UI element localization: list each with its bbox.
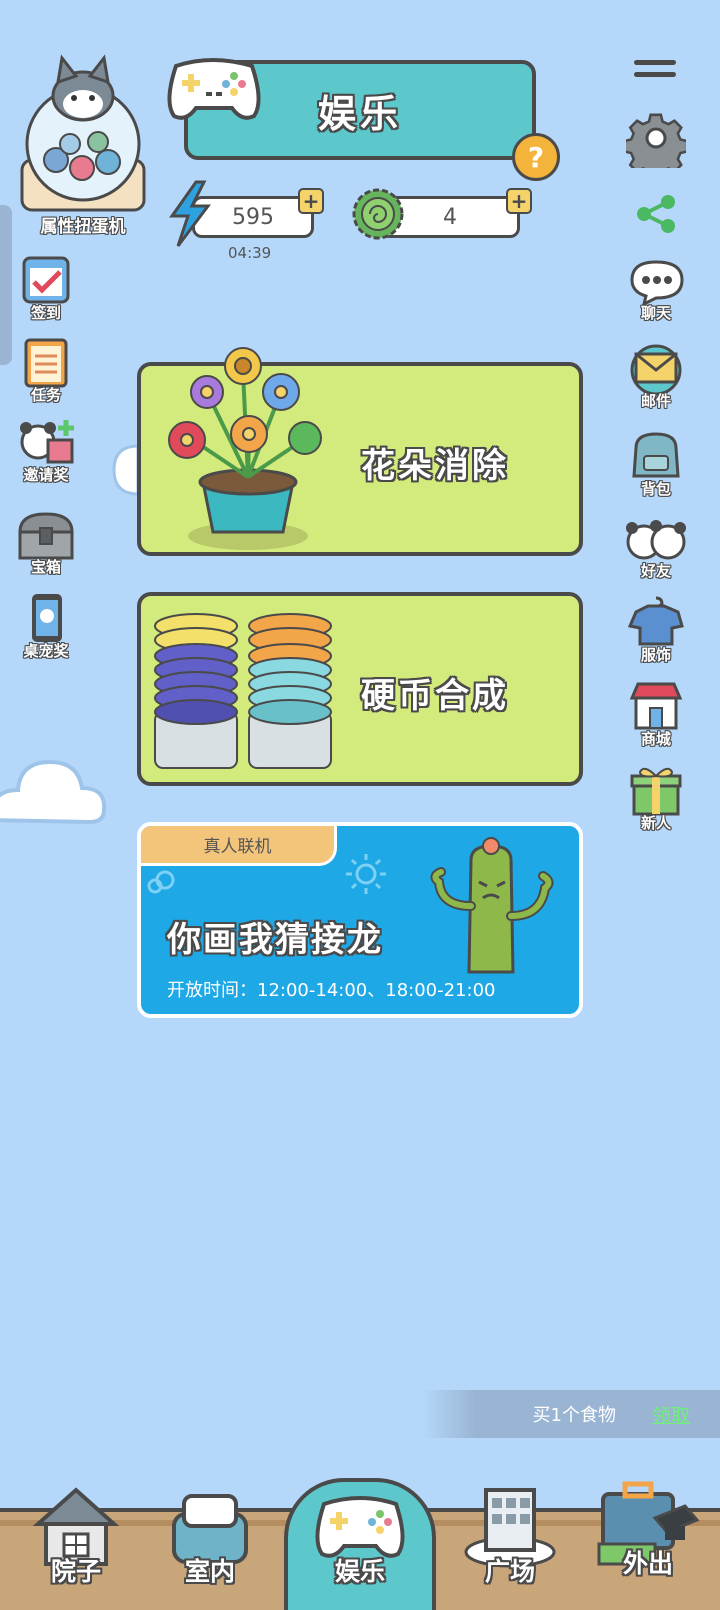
panda-friends-icon [626, 520, 686, 560]
sidebar-item-label: 背包 [640, 480, 671, 498]
sidebar-item-label: 邀请奖 [23, 466, 69, 484]
sidebar-item-clothes[interactable]: 服饰 [616, 594, 696, 665]
cloud-doodle-icon [147, 870, 175, 894]
swirl-gear-icon [352, 188, 404, 240]
sidebar-item-label: 服饰 [640, 646, 671, 664]
capsule-machine-button[interactable]: 属性扭蛋机 [16, 52, 150, 237]
sidebar-item-chat[interactable]: 聊天 [616, 258, 696, 323]
sidebar-item-mail[interactable]: 邮件 [616, 344, 696, 411]
gamepad-icon [167, 58, 261, 120]
sidebar-item-shop[interactable]: 商城 [616, 678, 696, 749]
mail-icon [630, 344, 682, 396]
capsule-machine-icon [20, 54, 146, 212]
sidebar-item-friends[interactable]: 好友 [616, 514, 696, 581]
sun-icon [346, 854, 386, 894]
gear-icon[interactable] [626, 108, 686, 168]
sidebar-item-label: 宝箱 [30, 558, 61, 576]
sidebar-item-desktop-pet[interactable]: 桌宠奖 [6, 590, 86, 661]
nav-tab-label: 室内 [184, 1557, 235, 1586]
energy-value: 595 [232, 204, 274, 230]
coin-game-title: 硬币合成 [361, 676, 509, 716]
panda-gift-icon [20, 420, 74, 464]
nav-tab-label: 广场 [484, 1557, 535, 1586]
sidebar-item-label: 签到 [30, 304, 61, 322]
backpack-icon [632, 432, 680, 478]
sidebar-item-chest[interactable]: 宝箱 [6, 510, 86, 577]
clothes-icon [627, 596, 684, 646]
nav-tab-entertainment[interactable]: 娱乐 [300, 1480, 420, 1588]
nav-tab-label: 娱乐 [334, 1557, 385, 1586]
food-promo-banner: 买1个食物 领取 [422, 1390, 720, 1438]
lightning-icon [169, 180, 211, 247]
sidebar-item-newbie[interactable]: 新人 [616, 762, 696, 833]
share-icon[interactable] [634, 192, 680, 236]
calendar-check-icon [22, 256, 70, 304]
promo-text: 买1个食物 [532, 1405, 616, 1426]
capsule-machine-label: 属性扭蛋机 [40, 217, 126, 237]
sidebar-item-invite[interactable]: 邀请奖 [6, 414, 86, 485]
sidebar-item-backpack[interactable]: 背包 [616, 428, 696, 499]
sidebar-item-label: 任务 [30, 386, 61, 404]
nav-tab-outing[interactable]: 外出 [588, 1474, 708, 1580]
sidebar-item-checkin[interactable]: 签到 [6, 252, 86, 323]
page-title: 娱乐 [317, 91, 402, 136]
nav-tab-label: 院子 [50, 1557, 101, 1586]
chat-bubble-icon [630, 260, 684, 307]
clover-value: 4 [443, 204, 457, 230]
phone-pet-icon [32, 594, 62, 642]
menu-icon [634, 60, 676, 65]
energy-timer: 04:39 [228, 244, 272, 262]
gift-box-icon [630, 767, 682, 816]
energy-plus-button[interactable]: + [298, 188, 324, 214]
sidebar-item-label: 桌宠奖 [23, 642, 69, 660]
nav-tab-square[interactable]: 广场 [450, 1480, 570, 1588]
sidebar-item-label: 好友 [640, 562, 671, 580]
shop-icon [629, 682, 683, 730]
nav-tab-yard[interactable]: 院子 [16, 1480, 136, 1588]
draw-guess-title: 你画我猜接龙 [167, 920, 383, 960]
sidebar-item-label: 新人 [640, 814, 671, 832]
draw-guess-card[interactable]: 真人联机 你画我猜接龙 开放时间：12:00-14:00、18:00-21:00 [137, 822, 583, 1018]
sidebar-item-label: 邮件 [640, 392, 671, 410]
coin-stacks-icon [154, 613, 332, 769]
task-list-icon [24, 338, 68, 388]
flower-game-card[interactable]: 花朵消除 [137, 347, 583, 556]
flower-game-title: 花朵消除 [361, 446, 509, 486]
nav-tab-indoor[interactable]: 室内 [150, 1480, 270, 1588]
clover-plus-button[interactable]: + [506, 188, 532, 214]
cactus-icon [430, 837, 554, 974]
help-button[interactable]: ? [512, 133, 560, 181]
treasure-chest-icon [18, 512, 74, 560]
coin-game-card[interactable]: 硬币合成 [137, 592, 583, 786]
nav-tab-label: 外出 [622, 1549, 673, 1578]
flower-pot-icon [168, 347, 322, 550]
open-hours: 开放时间：12:00-14:00、18:00-21:00 [167, 980, 496, 1001]
sidebar-item-tasks[interactable]: 任务 [6, 334, 86, 405]
sidebar-item-label: 商城 [640, 730, 671, 748]
claim-link[interactable]: 领取 [652, 1401, 690, 1428]
sidebar-item-label: 聊天 [640, 304, 671, 322]
menu-button[interactable] [634, 60, 676, 82]
cloud-icon [0, 759, 107, 825]
cloud-icon [112, 444, 138, 496]
